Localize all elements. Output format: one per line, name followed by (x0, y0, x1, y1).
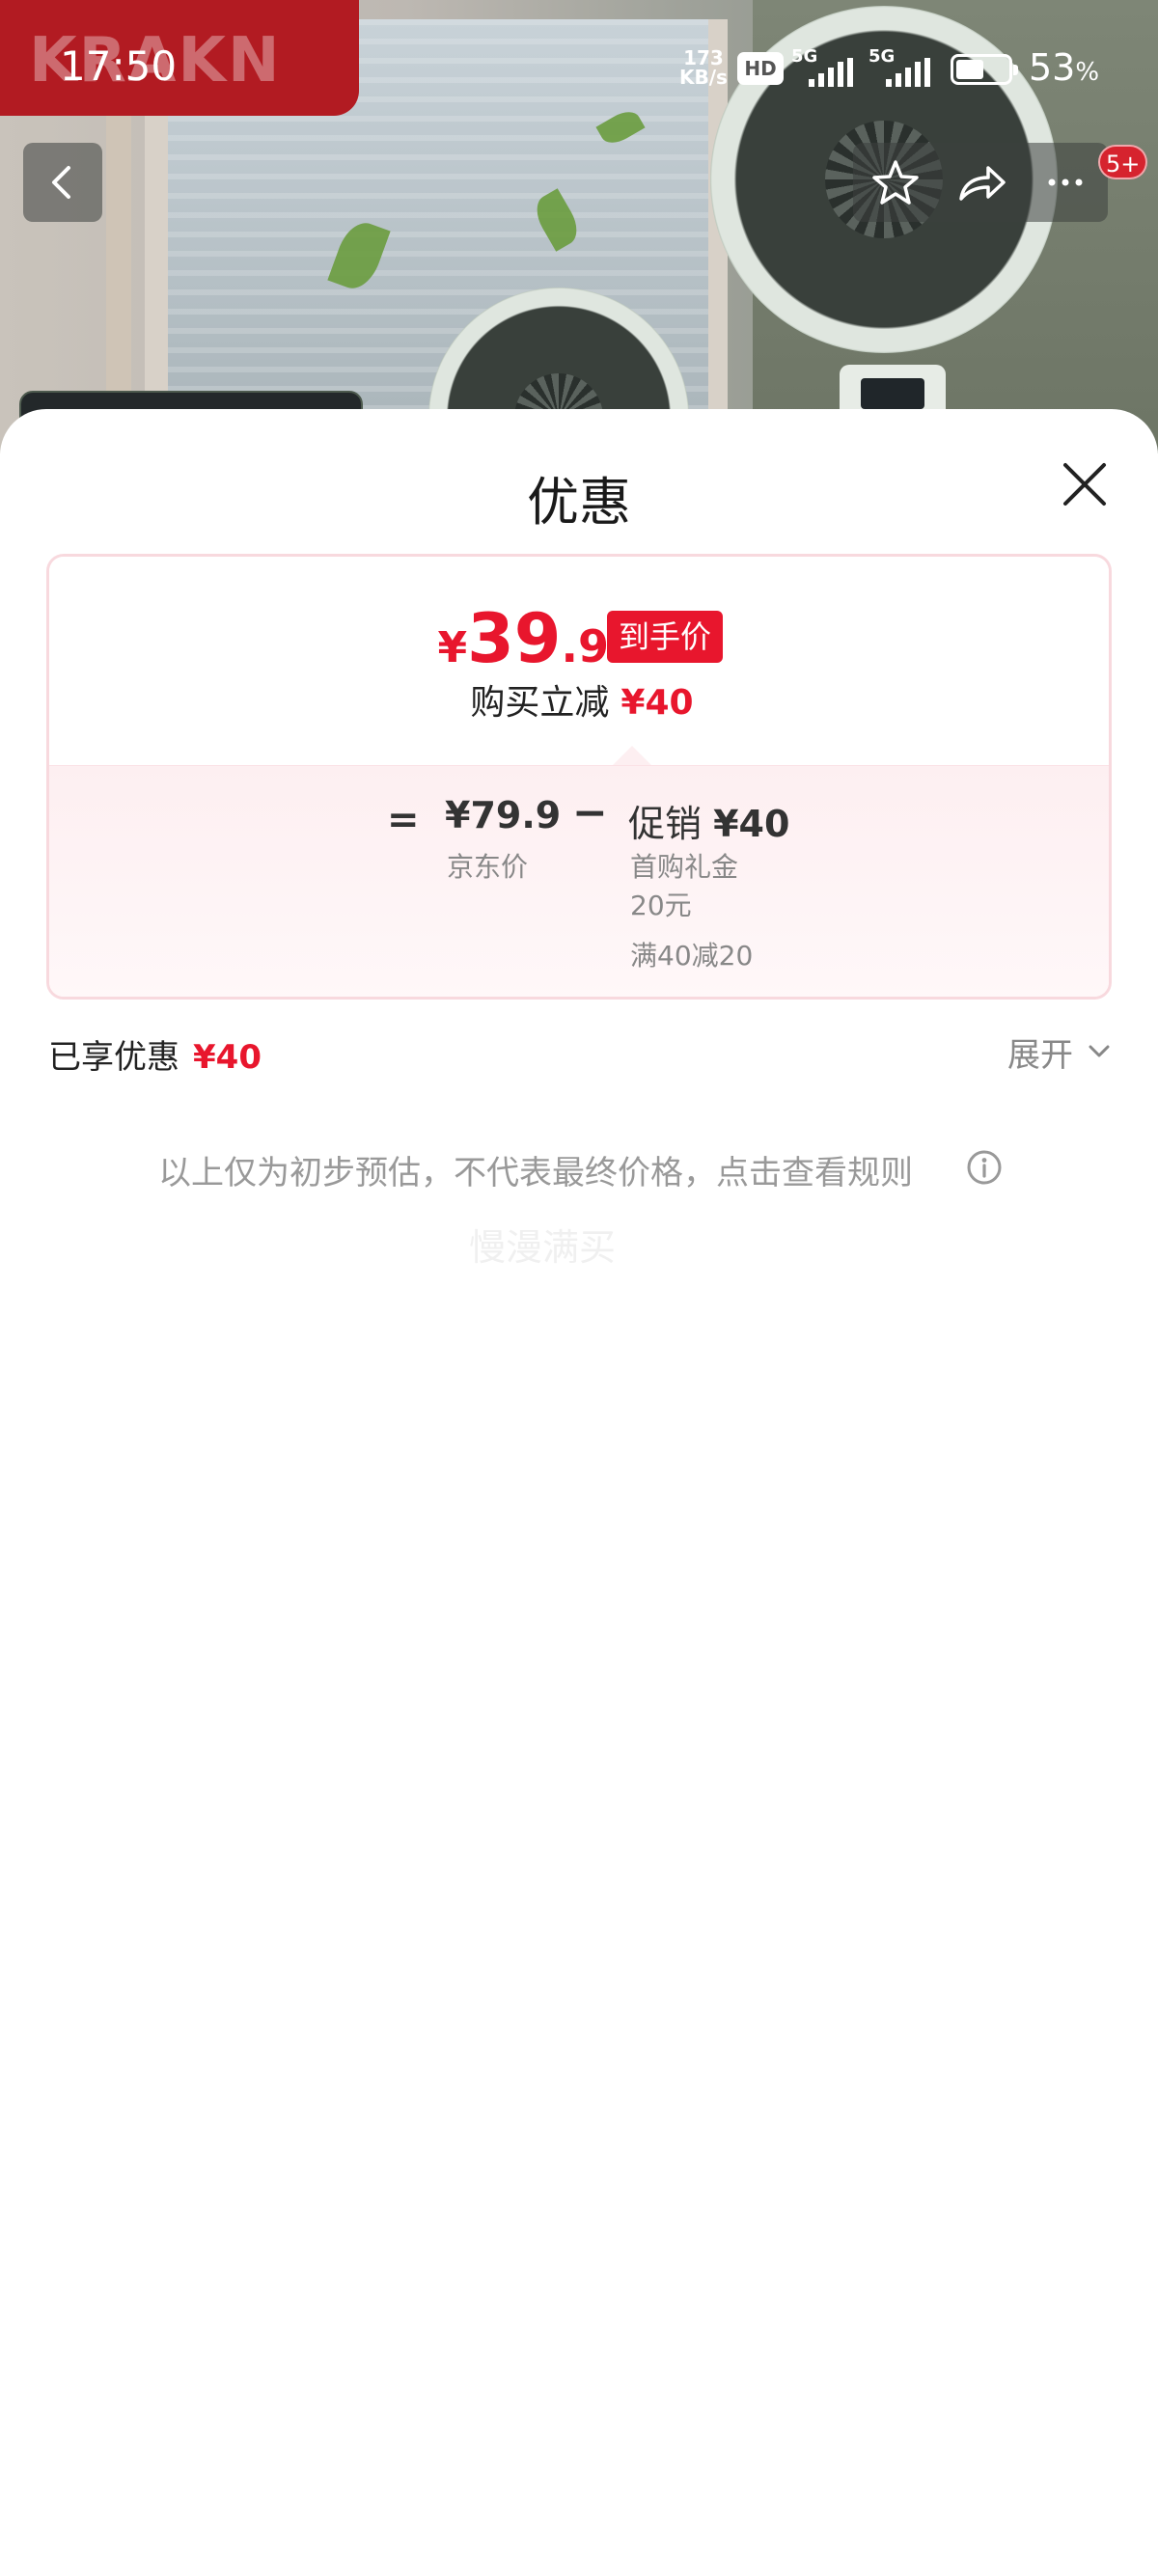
price-disclaimer-link[interactable]: 以上仅为初步预估，不代表最终价格，点击查看规则 (158, 1146, 913, 1193)
watermark-text: 慢漫满买 (469, 1226, 617, 1269)
signal-icon: 5G (868, 46, 936, 87)
enjoyed-amount: ¥40 (193, 1038, 262, 1077)
network-speed: 173 KB/s (679, 46, 728, 89)
close-icon[interactable] (1056, 455, 1114, 513)
chevron-down-icon[interactable] (1085, 1036, 1114, 1065)
price-breakdown-card: ¥39.9 到手价 购买立减 ¥40 = ¥79.9 京东价 − 促销 ¥40 首… (46, 554, 1112, 1000)
final-price-tag: 到手价 (607, 611, 724, 663)
discount-sheet: 优惠 ¥39.9 到手价 购买立减 ¥40 = ¥79.9 京东价 − 促销 ¥4… (0, 409, 1158, 2576)
status-bar: 17:50 173 KB/s HD 5G 5G 53% (0, 0, 1158, 135)
notification-badge: 5+ (1098, 145, 1148, 179)
sheet-title: 优惠 (527, 472, 631, 533)
star-icon[interactable] (853, 143, 938, 222)
battery-icon (951, 54, 1018, 85)
hd-voice-icon: HD (737, 52, 784, 85)
signal-icon: 5G (791, 46, 859, 87)
more-icon[interactable] (1023, 143, 1108, 222)
enjoyed-discount: 已享优惠 ¥40 (48, 1030, 262, 1078)
minus-sign: − (572, 788, 608, 837)
top-action-group (853, 143, 1108, 222)
equals-sign: = (387, 798, 420, 842)
promo-discount: 促销 ¥40 (628, 803, 790, 845)
share-icon[interactable] (938, 143, 1023, 222)
jd-price-label: 京东价 (447, 851, 529, 883)
back-arrow-icon (52, 166, 70, 199)
promo-detail: 满40减20 (630, 940, 754, 972)
enjoyed-label: 已享优惠 (48, 1038, 179, 1077)
final-price-section: ¥39.9 到手价 购买立减 ¥40 (49, 557, 1109, 765)
instant-reduce-row: 购买立减 ¥40 (49, 674, 1109, 725)
status-time: 17:50 (60, 42, 178, 90)
expand-button[interactable]: 展开 (1007, 1028, 1073, 1076)
promo-detail: 首购礼金 (630, 851, 739, 883)
back-button[interactable] (23, 143, 102, 222)
reduce-label: 购买立减 (470, 683, 610, 723)
jd-price: ¥79.9 (445, 794, 562, 836)
battery-percentage: 53% (1029, 46, 1100, 89)
final-price: ¥39.9 (437, 599, 609, 678)
reduce-amount: ¥40 (620, 683, 694, 723)
promo-detail: 20元 (630, 890, 692, 921)
info-icon[interactable] (965, 1148, 1004, 1187)
card-notch (613, 746, 651, 765)
